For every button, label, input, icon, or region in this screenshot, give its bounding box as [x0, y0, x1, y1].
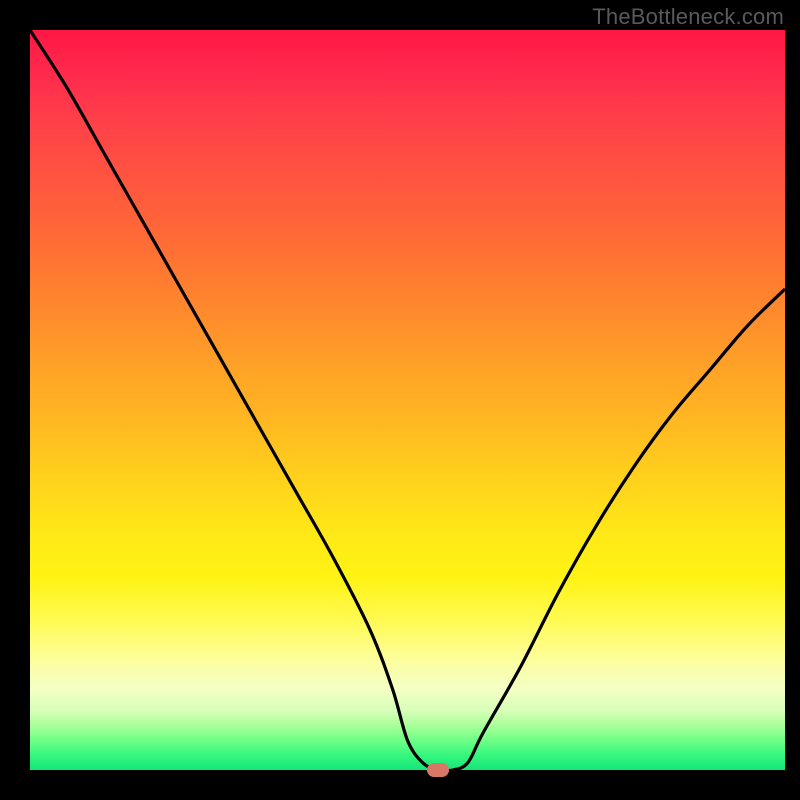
plot-area	[30, 30, 785, 770]
chart-frame: TheBottleneck.com	[0, 0, 800, 800]
bottleneck-curve	[30, 30, 785, 770]
watermark-text: TheBottleneck.com	[592, 4, 784, 30]
optimal-marker	[427, 763, 449, 777]
